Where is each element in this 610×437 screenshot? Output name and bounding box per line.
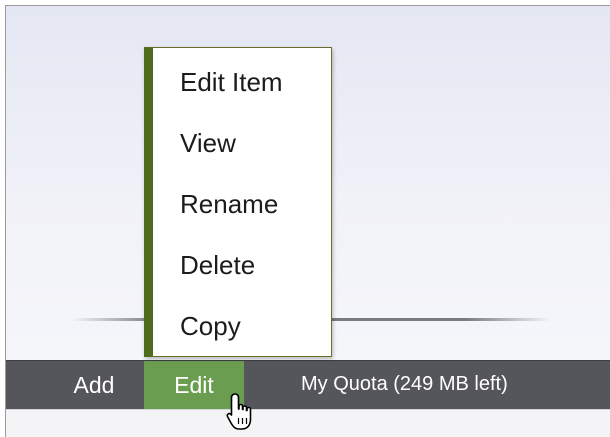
menu-item-edit-item[interactable]: Edit Item <box>180 62 283 102</box>
status-strip <box>6 409 610 437</box>
hand-pointer-icon <box>226 393 252 430</box>
file-manager-panel: Add Edit My Quota (249 MB left) Edit Ite… <box>5 5 610 437</box>
bottom-toolbar: Add Edit My Quota (249 MB left) <box>6 360 610 409</box>
edit-context-menu: Edit Item View Rename Delete Copy <box>144 47 332 357</box>
menu-item-rename[interactable]: Rename <box>180 184 278 224</box>
add-button[interactable]: Add <box>54 361 134 409</box>
menu-item-copy[interactable]: Copy <box>180 306 241 346</box>
menu-item-delete[interactable]: Delete <box>180 245 255 285</box>
menu-item-view[interactable]: View <box>180 123 236 163</box>
quota-link[interactable]: My Quota (249 MB left) <box>301 361 508 409</box>
